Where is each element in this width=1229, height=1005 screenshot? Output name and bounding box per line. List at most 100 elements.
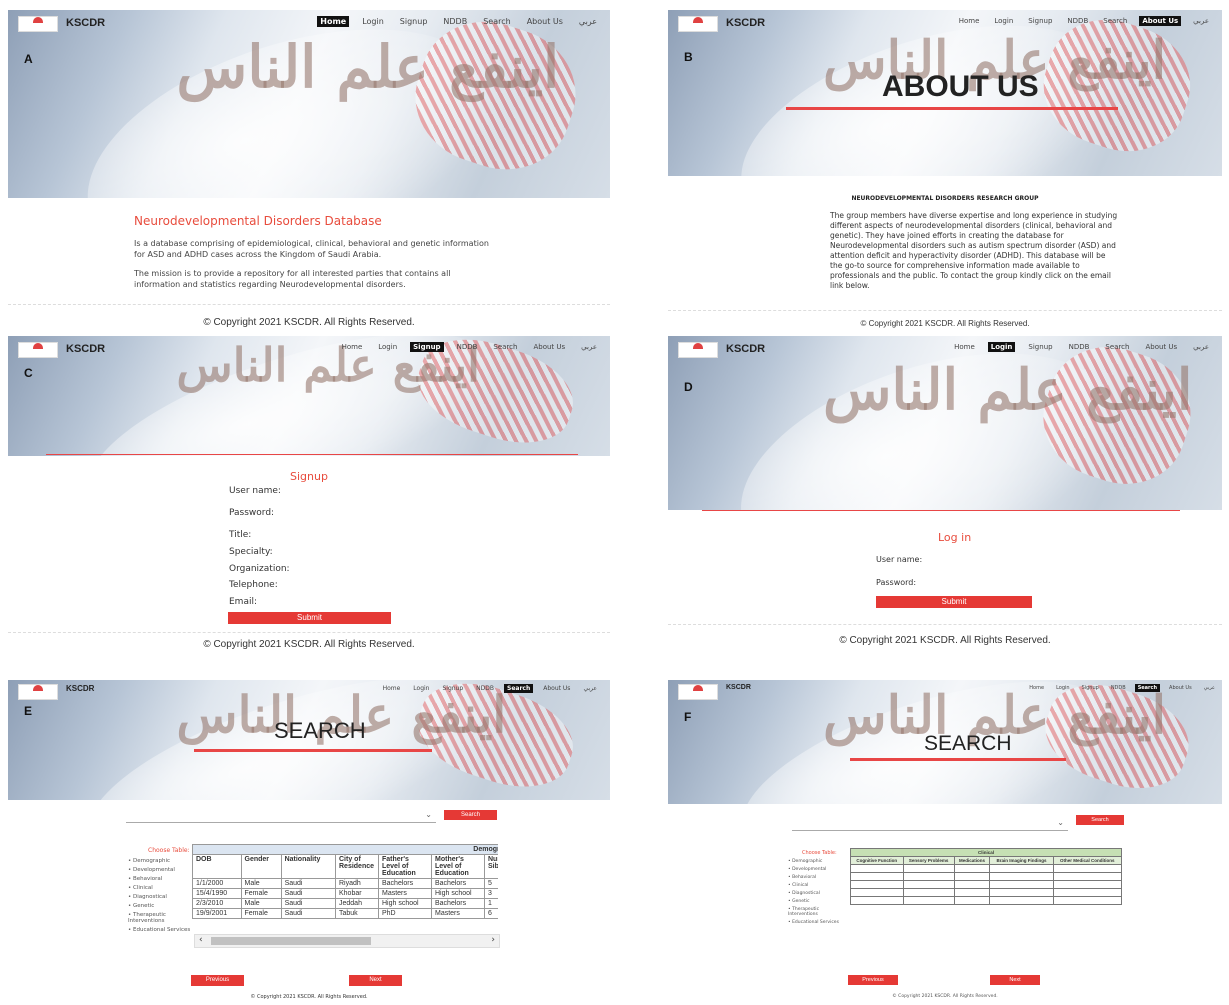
table-cell: Male [240,898,282,909]
nav-arabic[interactable]: عربي [576,16,600,27]
column-header: Cognitive Function [850,856,904,865]
nav-signup[interactable]: Signup [1025,342,1055,352]
table-option-diagnostical[interactable]: Diagnostical [788,891,844,896]
nav-about[interactable]: About Us [524,16,566,27]
panel-label: C [24,366,33,380]
nav-signup[interactable]: Signup [410,342,444,352]
table-option-therapeutic[interactable]: Therapeutic Interventions [128,912,192,924]
nav-home[interactable]: Home [317,16,350,27]
previous-button[interactable]: Previous [848,975,898,985]
logo[interactable] [678,684,718,700]
logo[interactable] [18,342,58,358]
table-option-educational[interactable]: Educational Services [128,927,192,933]
nav-about[interactable]: About Us [1142,342,1180,352]
submit-button[interactable]: Submit [228,612,391,624]
previous-button[interactable]: Previous [191,975,244,986]
nav-about[interactable]: About Us [1139,16,1182,26]
logo[interactable] [18,16,58,32]
table-select[interactable]: ⌄ [792,816,1068,831]
scroll-right-icon[interactable]: › [491,935,495,945]
table-option-diagnostical[interactable]: Diagnostical [128,894,192,900]
nav-home[interactable]: Home [956,16,983,26]
logo[interactable] [678,16,718,32]
nav-search[interactable]: Search [1100,16,1130,26]
table-option-therapeutic[interactable]: Therapeutic Interventions [788,907,844,917]
nav-nddb[interactable]: NDDB [1066,342,1093,352]
about-body: The group members have diverse expertise… [830,211,1118,290]
nav-nddb[interactable]: NDDB [473,684,497,693]
nav-arabic[interactable]: عربي [580,684,600,693]
scroll-left-icon[interactable]: ‹ [199,935,203,945]
table-option-developmental[interactable]: Developmental [128,867,192,873]
next-button[interactable]: Next [349,975,402,986]
nav-signup[interactable]: Signup [1025,16,1055,26]
nav-home[interactable]: Home [1026,684,1047,692]
nav-signup[interactable]: Signup [439,684,466,693]
section-divider [702,510,1180,511]
nav-home[interactable]: Home [380,684,404,693]
nav-search[interactable]: Search [480,16,513,27]
table-option-genetic[interactable]: Genetic [788,899,844,904]
nav-menu: Home Login Signup NDDB Search About Us ع… [1026,684,1218,692]
results-table: Clinical Cognitive Function Sensory Prob… [850,848,1123,905]
nav-login[interactable]: Login [359,16,387,27]
table-cell: Khobar [335,888,379,899]
table-option-demographic[interactable]: Demographic [128,858,192,864]
horizontal-scrollbar[interactable]: ‹ › [194,934,500,948]
nav-arabic[interactable]: عربي [1190,16,1212,26]
nav-search[interactable]: Search [1134,684,1161,692]
nav-login[interactable]: Login [410,684,432,693]
telephone-label: Telephone: [229,580,278,590]
nav-signup[interactable]: Signup [1079,684,1102,692]
title-label: Title: [229,530,252,540]
nav-about[interactable]: About Us [1166,684,1195,692]
nav-arabic[interactable]: عربي [1190,342,1212,352]
nav-arabic[interactable]: عربي [1201,684,1218,692]
logo[interactable] [18,684,58,700]
nav-signup[interactable]: Signup [397,16,431,27]
nav-about[interactable]: About Us [530,342,568,352]
nav-login[interactable]: Login [375,342,400,352]
nav-search[interactable]: Search [504,684,534,693]
nav-login[interactable]: Login [1053,684,1073,692]
table-select[interactable]: ⌄ [126,808,436,823]
nav-search[interactable]: Search [490,342,520,352]
nav-nddb[interactable]: NDDB [1108,684,1129,692]
footer-copyright: © Copyright 2021 KSCDR. All Rights Reser… [892,994,998,999]
nav-home[interactable]: Home [951,342,978,352]
table-option-genetic[interactable]: Genetic [128,903,192,909]
section-divider [46,454,578,455]
logo[interactable] [678,342,718,358]
nav-search[interactable]: Search [1102,342,1132,352]
table-option-clinical[interactable]: Clinical [788,883,844,888]
username-label: User name: [229,486,281,496]
nav-menu: Home Login Signup NDDB Search About Us ع… [380,684,600,693]
nav-login[interactable]: Login [991,16,1016,26]
nav-about[interactable]: About Us [540,684,573,693]
table-option-clinical[interactable]: Clinical [128,885,192,891]
nav-login[interactable]: Login [987,342,1016,352]
nav-nddb[interactable]: NDDB [1064,16,1091,26]
table-list: Demographic Developmental Behavioral Cli… [128,855,192,936]
table-option-behavioral[interactable]: Behavioral [788,875,844,880]
nav-nddb[interactable]: NDDB [440,16,470,27]
table-option-demographic[interactable]: Demographic [788,859,844,864]
search-button[interactable]: Search [1076,815,1124,825]
nav-arabic[interactable]: عربي [578,342,600,352]
next-button[interactable]: Next [990,975,1040,985]
panel-a-home: اينفع علم الناس KSCDR Home Login Signup … [8,10,610,332]
submit-button[interactable]: Submit [876,596,1032,608]
table-cell: 19/9/2001 [192,908,242,919]
table-option-educational[interactable]: Educational Services [788,920,844,925]
table-cell: Riyadh [335,878,379,889]
title-underline [850,758,1066,761]
scroll-thumb[interactable] [211,937,371,945]
table-cell: Saudi [280,878,337,889]
nav-home[interactable]: Home [339,342,366,352]
table-option-behavioral[interactable]: Behavioral [128,876,192,882]
table-option-developmental[interactable]: Developmental [788,867,844,872]
table-group-header: Demographic [192,844,498,855]
nav-nddb[interactable]: NDDB [454,342,481,352]
table-row [850,872,1123,881]
search-button[interactable]: Search [444,810,497,820]
